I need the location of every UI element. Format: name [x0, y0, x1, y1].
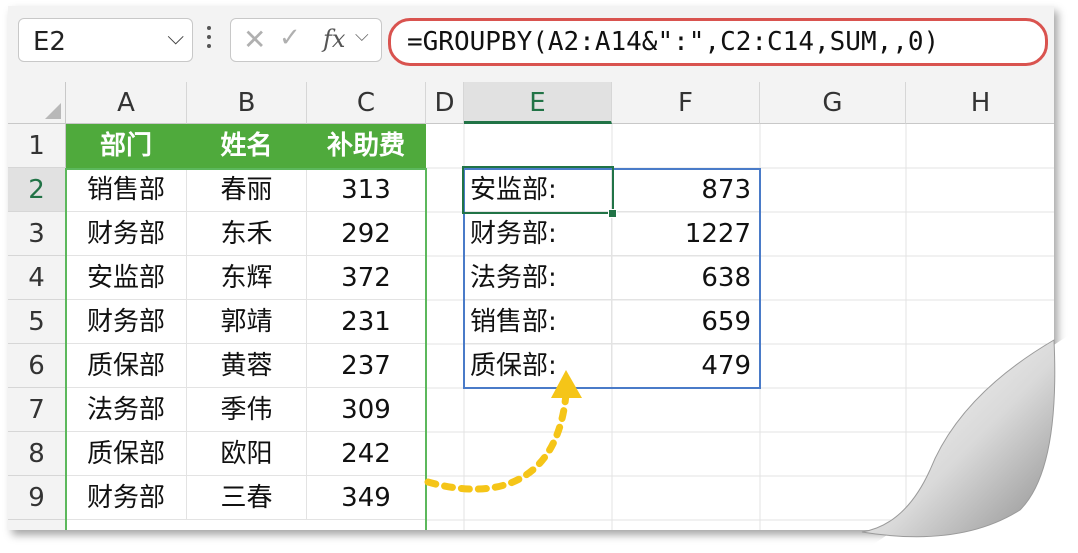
row-header-5[interactable]: 5: [8, 300, 66, 344]
result-cell[interactable]: 873: [612, 168, 760, 212]
column-header-c[interactable]: C: [307, 82, 426, 124]
formula-controls: ✕ ✓ fx ⌵: [230, 18, 382, 62]
row-header-1[interactable]: 1: [8, 124, 66, 168]
column-header-h[interactable]: H: [906, 82, 1054, 124]
result-cell[interactable]: 销售部:: [464, 300, 612, 344]
column-header-a[interactable]: A: [66, 82, 187, 124]
name-box[interactable]: E2 ⌵: [18, 18, 193, 62]
column-header-d[interactable]: D: [426, 82, 464, 124]
row-header-9[interactable]: 9: [8, 476, 66, 520]
result-cell[interactable]: 638: [612, 256, 760, 300]
insert-function-icon[interactable]: fx: [323, 25, 345, 53]
arrow-annotation: [424, 370, 582, 493]
row-header-10[interactable]: [8, 520, 66, 530]
result-cell[interactable]: 法务部:: [464, 256, 612, 300]
formula-input[interactable]: =GROUPBY(A2:A14&":",C2:C14,SUM,,0): [388, 18, 1048, 66]
spreadsheet-window: E2 ⌵ ✕ ✓ fx ⌵ =GROUPBY(A2:A14&":",C2:C14…: [8, 6, 1054, 530]
confirm-icon[interactable]: ✓: [279, 23, 301, 53]
result-cell[interactable]: 1227: [612, 212, 760, 256]
row-header-2[interactable]: 2: [8, 168, 66, 212]
result-cell[interactable]: 财务部:: [464, 212, 612, 256]
name-box-value: E2: [33, 27, 66, 57]
result-cell[interactable]: 659: [612, 300, 760, 344]
select-all-button[interactable]: [8, 82, 66, 124]
column-header-b[interactable]: B: [187, 82, 307, 124]
column-header-g[interactable]: G: [760, 82, 906, 124]
formula-bar: E2 ⌵ ✕ ✓ fx ⌵ =GROUPBY(A2:A14&":",C2:C14…: [8, 6, 1054, 83]
row-header-3[interactable]: 3: [8, 212, 66, 256]
cancel-icon[interactable]: ✕: [243, 23, 266, 56]
column-header-f[interactable]: F: [612, 82, 760, 124]
result-cell[interactable]: 安监部:: [464, 168, 612, 212]
row-header-7[interactable]: 7: [8, 388, 66, 432]
row-header-4[interactable]: 4: [8, 256, 66, 300]
row-header-8[interactable]: 8: [8, 432, 66, 476]
more-options-icon[interactable]: [206, 26, 212, 52]
formula-text: =GROUPBY(A2:A14&":",C2:C14,SUM,,0): [407, 27, 940, 57]
result-cell[interactable]: 479: [612, 344, 760, 388]
row-header-6[interactable]: 6: [8, 344, 66, 388]
chevron-down-icon[interactable]: ⌵: [355, 25, 369, 46]
chevron-down-icon[interactable]: ⌵: [167, 25, 184, 50]
column-header-e[interactable]: E: [464, 82, 612, 124]
fill-handle[interactable]: [608, 209, 617, 218]
